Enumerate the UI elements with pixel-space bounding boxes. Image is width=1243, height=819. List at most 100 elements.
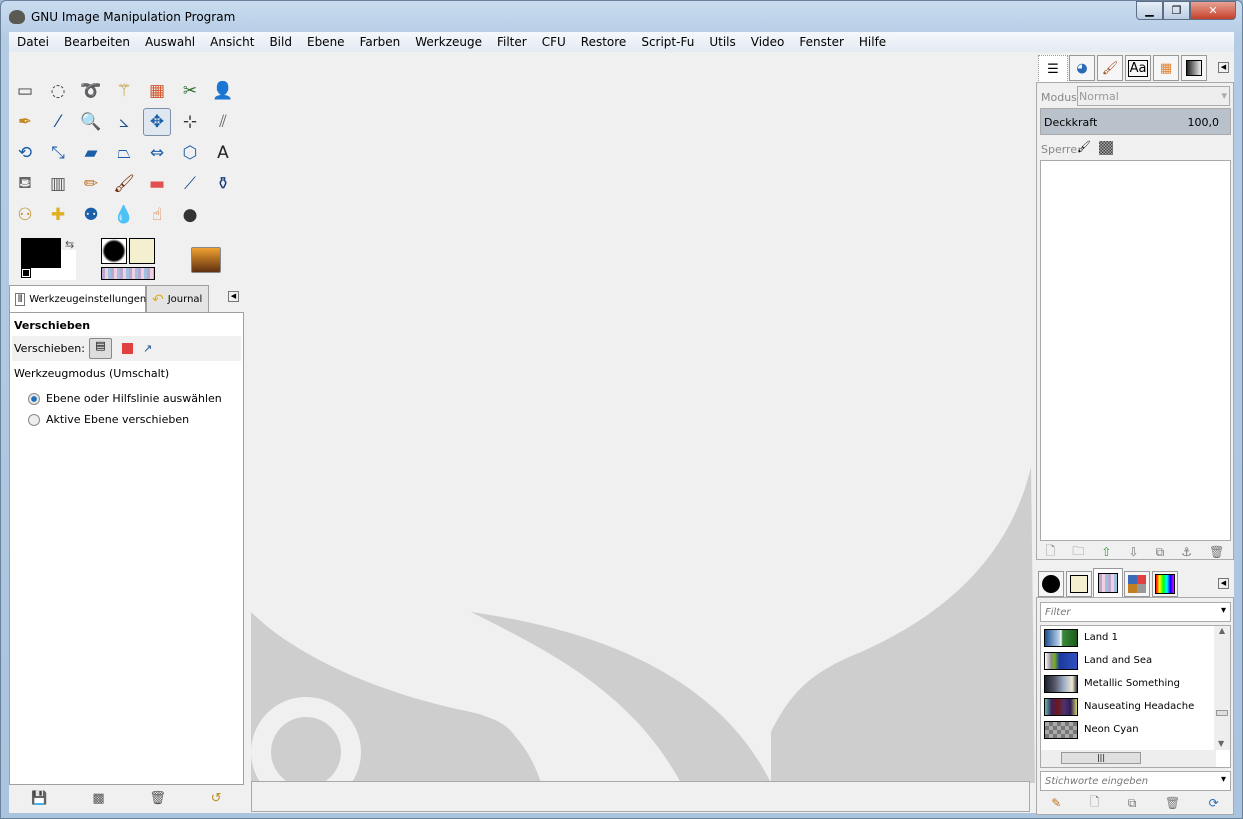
tab-palettes[interactable]: ▦ xyxy=(1153,55,1179,81)
vertical-scrollbar[interactable]: ▲ ▼ xyxy=(1214,626,1230,750)
scale-tool-icon[interactable]: ⤡ xyxy=(44,139,72,167)
save-options-icon[interactable]: 💾 xyxy=(31,791,47,806)
align-tool-icon[interactable]: ⊹ xyxy=(176,108,204,136)
lock-pixels-icon[interactable]: 🖌 xyxy=(1077,140,1091,153)
duplicate-gradient-icon[interactable]: ⧉ xyxy=(1128,796,1137,811)
tab-palettes-lower[interactable] xyxy=(1124,571,1150,597)
tab-menu-button[interactable]: ◀ xyxy=(228,291,239,302)
duplicate-layer-icon[interactable]: ⧉ xyxy=(1156,545,1165,560)
blur-tool-icon[interactable]: 💧 xyxy=(110,201,138,229)
reset-colors-icon[interactable] xyxy=(21,268,31,278)
mode-option[interactable]: Aktive Ebene verschieben xyxy=(28,409,239,430)
shear-tool-icon[interactable]: ⫽ xyxy=(209,108,237,136)
cage-transform-tool-icon[interactable]: ⬡ xyxy=(176,139,204,167)
menu-fenster[interactable]: Fenster xyxy=(791,35,851,49)
menu-werkzeuge[interactable]: Werkzeuge xyxy=(407,35,489,49)
edit-gradient-icon[interactable]: ✎ xyxy=(1051,796,1061,810)
tags-input[interactable]: Stichworte eingeben ▾ xyxy=(1040,771,1231,791)
paintbrush-tool-icon[interactable]: 🖌 xyxy=(110,170,138,198)
ellipse-select-tool-icon[interactable]: ◌ xyxy=(44,77,72,105)
text-tool-icon[interactable]: A xyxy=(209,139,237,167)
tab-patterns[interactable] xyxy=(1066,571,1092,597)
tab-gradients-active[interactable] xyxy=(1093,568,1123,598)
free-select-tool-icon[interactable]: ➰ xyxy=(77,77,105,105)
filter-input[interactable]: Filter ▾ xyxy=(1040,602,1231,622)
perspective-tool-icon[interactable]: ⏢ xyxy=(110,139,138,167)
close-button[interactable]: ✕ xyxy=(1190,1,1236,20)
tab-tool-options[interactable]: ⫴ Werkzeugeinstellungen xyxy=(9,285,146,313)
paths-tool-icon[interactable]: ✒ xyxy=(11,108,39,136)
gradient-preview[interactable] xyxy=(101,267,155,280)
bucket-fill-tool-icon[interactable]: ⛾ xyxy=(11,170,39,198)
eraser-tool-icon[interactable]: ▬ xyxy=(143,170,171,198)
gradients-list[interactable]: Land 1 Land and Sea Metallic Something Naus… xyxy=(1040,625,1231,768)
move-tool-icon[interactable]: ✥ xyxy=(143,108,171,136)
restore-options-icon[interactable]: ▩ xyxy=(92,791,104,806)
shear-tool-tool-icon[interactable]: ▰ xyxy=(77,139,105,167)
move-selection-button[interactable] xyxy=(121,343,133,354)
zoom-tool-icon[interactable]: 🔍 xyxy=(77,108,105,136)
menu-utils[interactable]: Utils xyxy=(701,35,742,49)
opacity-slider[interactable]: Deckkraft 100,0 xyxy=(1040,108,1231,135)
menu-cfu[interactable]: CFU xyxy=(534,35,573,49)
tab-colors[interactable] xyxy=(1152,571,1178,597)
horizontal-scrollbar[interactable]: ||| xyxy=(1041,750,1216,767)
mode-select[interactable]: Normal ▾ xyxy=(1077,86,1230,106)
menu-hilfe[interactable]: Hilfe xyxy=(851,35,893,49)
delete-gradient-icon[interactable]: 🗑 xyxy=(1165,796,1180,810)
gradient-item[interactable]: Neon Cyan xyxy=(1041,718,1230,741)
tab-channels[interactable]: ◕ xyxy=(1069,55,1095,81)
menu-datei[interactable]: Datei xyxy=(9,35,56,49)
move-layer-button[interactable]: ▤ xyxy=(88,338,112,359)
tab-fonts[interactable]: Aa xyxy=(1125,55,1151,81)
brush-preview[interactable] xyxy=(101,238,127,264)
smudge-tool-icon[interactable]: ☝ xyxy=(143,201,171,229)
swap-colors-icon[interactable]: ⇆ xyxy=(65,238,74,251)
new-group-icon[interactable]: 🗀 xyxy=(1072,542,1084,563)
pattern-preview[interactable] xyxy=(129,238,155,264)
image-canvas[interactable] xyxy=(251,52,1035,783)
foreground-color[interactable] xyxy=(21,238,61,268)
move-path-button[interactable]: ↗ xyxy=(143,342,152,355)
dock-menu-button[interactable]: ◀ xyxy=(1218,62,1229,73)
menu-script-fu[interactable]: Script-Fu xyxy=(633,35,701,49)
tab-journal[interactable]: ↶ Journal xyxy=(146,285,209,313)
anchor-layer-icon[interactable]: ⚓ xyxy=(1181,545,1192,559)
scissors-tool-icon[interactable]: ✂ xyxy=(176,77,204,105)
airbrush-tool-icon[interactable]: ⟋ xyxy=(176,170,204,198)
menu-filter[interactable]: Filter xyxy=(489,35,534,49)
new-layer-icon[interactable]: 🗋 xyxy=(1046,542,1056,563)
flip-tool-icon[interactable]: ⇔ xyxy=(143,139,171,167)
heal-tool-icon[interactable]: ✚ xyxy=(44,201,72,229)
gradient-item[interactable]: Metallic Something xyxy=(1041,672,1230,695)
color-select-tool-icon[interactable]: ▦ xyxy=(143,77,171,105)
tab-brushes[interactable] xyxy=(1038,571,1064,597)
fuzzy-select-tool-icon[interactable]: ⚚ xyxy=(110,77,138,105)
reset-options-icon[interactable]: ↺ xyxy=(211,791,222,806)
minimize-button[interactable]: ▁ xyxy=(1136,1,1163,20)
radio-button[interactable] xyxy=(28,414,40,426)
radio-button[interactable] xyxy=(28,393,40,405)
maximize-button[interactable]: ❐ xyxy=(1163,1,1190,20)
menu-bearbeiten[interactable]: Bearbeiten xyxy=(56,35,137,49)
blend-tool-icon[interactable]: ▥ xyxy=(44,170,72,198)
gradient-item[interactable]: Land and Sea xyxy=(1041,649,1230,672)
measure-tool-icon[interactable]: ⦣ xyxy=(110,108,138,136)
dodge-burn-tool-icon[interactable]: ● xyxy=(176,201,204,229)
delete-options-icon[interactable]: 🗑 xyxy=(149,791,166,806)
lower-layer-icon[interactable]: ⇩ xyxy=(1129,545,1139,559)
menu-ebene[interactable]: Ebene xyxy=(299,35,352,49)
rect-select-tool-icon[interactable]: ▭ xyxy=(11,77,39,105)
delete-layer-icon[interactable]: 🗑 xyxy=(1209,545,1224,559)
tab-layers[interactable]: ☰ xyxy=(1038,55,1068,83)
menu-video[interactable]: Video xyxy=(743,35,792,49)
mode-option[interactable]: Ebene oder Hilfslinie auswählen xyxy=(28,388,239,409)
color-picker-tool-icon[interactable]: ⁄ xyxy=(44,108,72,136)
menu-farben[interactable]: Farben xyxy=(352,35,408,49)
tab-gradients[interactable] xyxy=(1181,55,1207,81)
raise-layer-icon[interactable]: ⇧ xyxy=(1101,545,1111,559)
layers-list[interactable] xyxy=(1040,160,1231,541)
foreground-select-tool-icon[interactable]: 👤 xyxy=(209,77,237,105)
new-gradient-icon[interactable]: 🗋 xyxy=(1090,793,1100,814)
ink-tool-icon[interactable]: ⚱ xyxy=(209,170,237,198)
